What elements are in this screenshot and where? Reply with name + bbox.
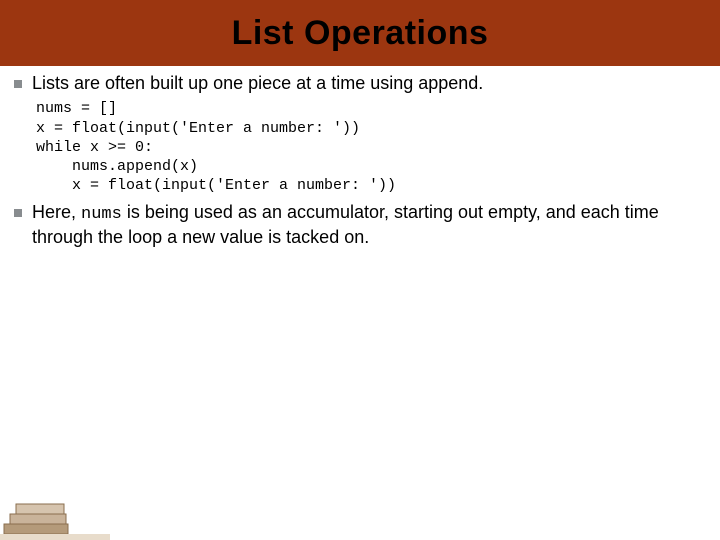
bullet-item: Lists are often built up one piece at a … <box>14 72 706 95</box>
books-icon <box>0 486 110 540</box>
text-fragment: is being used as an accumulator, startin… <box>32 202 659 247</box>
title-bar: List Operations <box>0 0 720 66</box>
square-bullet-icon <box>14 80 22 88</box>
square-bullet-icon <box>14 209 22 217</box>
bullet-item: Here, nums is being used as an accumulat… <box>14 201 706 249</box>
inline-code: nums <box>81 205 122 224</box>
bullet-text-2: Here, nums is being used as an accumulat… <box>32 201 706 249</box>
code-block: nums = [] x = float(input('Enter a numbe… <box>36 99 706 195</box>
bullet-text-1: Lists are often built up one piece at a … <box>32 72 483 95</box>
slide: List Operations Lists are often built up… <box>0 0 720 540</box>
text-fragment: Here, <box>32 202 81 222</box>
content-area: Lists are often built up one piece at a … <box>14 72 706 254</box>
slide-title: List Operations <box>232 14 489 53</box>
